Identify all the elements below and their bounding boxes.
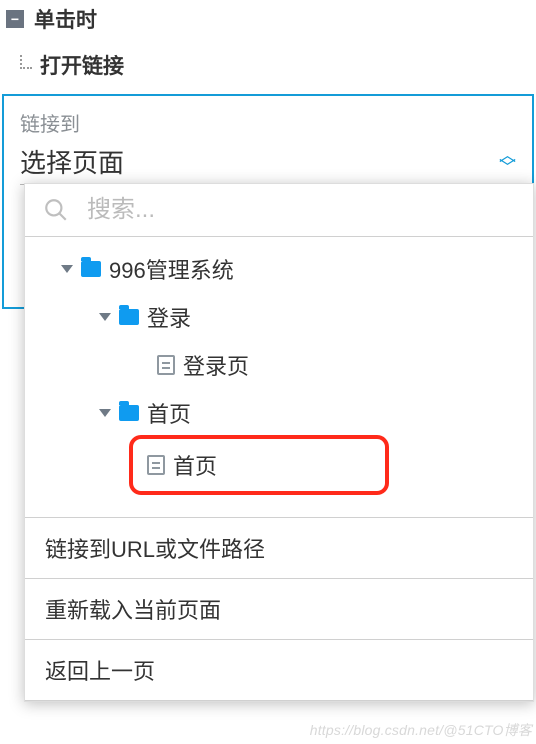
caret-down-icon <box>99 409 111 417</box>
page-icon <box>147 455 165 475</box>
search-icon <box>43 197 69 223</box>
action-label: 打开链接 <box>40 50 124 80</box>
tree-label: 首页 <box>173 449 217 481</box>
folder-icon <box>119 405 139 421</box>
option-reload[interactable]: 重新载入当前页面 <box>25 579 533 639</box>
tree-folder-root[interactable]: 996管理系统 <box>33 245 529 293</box>
connector-line <box>20 55 32 69</box>
divider <box>25 700 533 701</box>
event-title: 单击时 <box>34 4 97 34</box>
link-to-label: 链接到 <box>20 108 516 137</box>
tree-page-home[interactable]: 首页 <box>139 439 379 491</box>
highlight-annotation: 首页 <box>129 435 389 495</box>
caret-down-icon <box>61 265 73 273</box>
event-header-row[interactable]: − 单击时 <box>0 0 536 44</box>
page-select-dropdown: 996管理系统 登录 登录页 首页 首页 链接到URL或文件路径 重新载入当前页… <box>24 183 534 702</box>
folder-icon <box>119 309 139 325</box>
search-row <box>25 184 533 236</box>
tree-label: 996管理系统 <box>109 253 234 285</box>
search-input[interactable] <box>87 196 515 224</box>
tree-label: 首页 <box>147 397 191 429</box>
select-value: 选择页面 <box>20 143 124 180</box>
select-arrows-icon: ︿﹀ <box>499 150 516 172</box>
tree-page-login[interactable]: 登录页 <box>33 341 529 389</box>
tree-folder-home[interactable]: 首页 <box>33 389 529 437</box>
page-tree: 996管理系统 登录 登录页 首页 首页 <box>25 237 533 517</box>
option-back[interactable]: 返回上一页 <box>25 640 533 700</box>
page-select[interactable]: 选择页面 ︿﹀ <box>20 143 516 185</box>
tree-label: 登录 <box>147 301 191 333</box>
collapse-icon[interactable]: − <box>6 10 24 28</box>
tree-folder-login[interactable]: 登录 <box>33 293 529 341</box>
tree-label: 登录页 <box>183 349 249 381</box>
option-link-url[interactable]: 链接到URL或文件路径 <box>25 518 533 578</box>
watermark-text: https://blog.csdn.net/@51CTO博客 <box>310 720 532 740</box>
action-row[interactable]: 打开链接 <box>0 44 536 94</box>
caret-down-icon <box>99 313 111 321</box>
folder-icon <box>81 261 101 277</box>
page-icon <box>157 355 175 375</box>
